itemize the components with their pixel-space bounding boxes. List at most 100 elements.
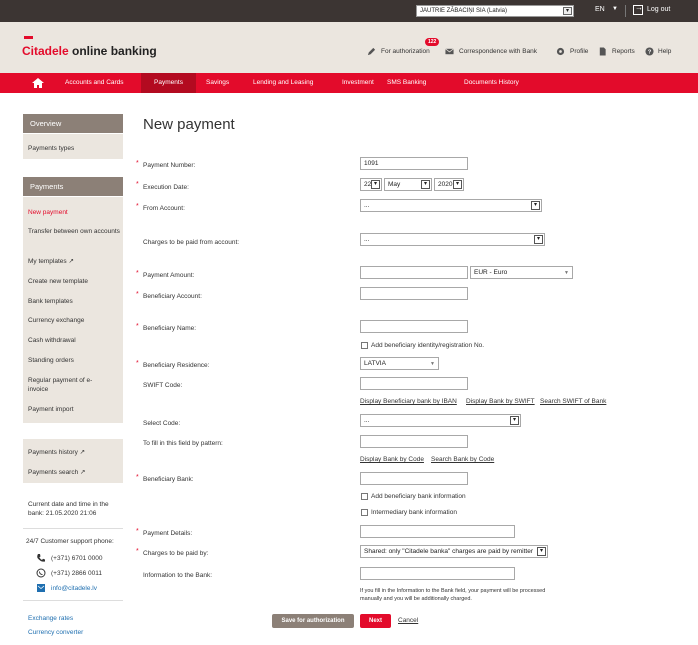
sidebar-item-payments-types[interactable]: Payments types bbox=[28, 144, 120, 153]
charges-paid-by-value: Shared: only "Citadele banka" charges ar… bbox=[364, 548, 534, 555]
payment-details-label: Payment Details: bbox=[143, 530, 193, 537]
sidebar-item-cash-withdrawal[interactable]: Cash withdrawal bbox=[28, 336, 120, 345]
beneficiary-bank-label: Beneficiary Bank: bbox=[143, 476, 194, 483]
cancel-link[interactable]: Cancel bbox=[398, 617, 418, 624]
top-bar bbox=[0, 0, 698, 22]
divider bbox=[23, 600, 123, 601]
logout-icon[interactable] bbox=[633, 3, 643, 15]
required-marker: * bbox=[136, 528, 139, 535]
nav-sms-banking[interactable]: SMS Banking bbox=[377, 73, 436, 93]
sidebar-item-bank-templates[interactable]: Bank templates bbox=[28, 297, 120, 306]
sidebar-item-standing-orders[interactable]: Standing orders bbox=[28, 356, 120, 365]
profile-link[interactable]: Profile bbox=[570, 48, 588, 55]
payment-details-input[interactable] bbox=[360, 525, 515, 538]
payment-amount-input[interactable] bbox=[360, 266, 468, 279]
for-authorization-link[interactable]: For authorization bbox=[381, 48, 430, 55]
email-icon bbox=[37, 584, 45, 592]
add-identity-checkbox[interactable] bbox=[361, 342, 368, 349]
date-month-value: May bbox=[388, 181, 401, 188]
divider bbox=[23, 528, 123, 529]
sidebar-item-payments-history[interactable]: Payments history ↗ bbox=[28, 448, 120, 457]
beneficiary-residence-select[interactable]: LATVIA ▼ bbox=[360, 357, 439, 370]
phone-number-2[interactable]: (+371) 2866 0011 bbox=[51, 570, 102, 577]
phone-number-1[interactable]: (+371) 6701 0000 bbox=[51, 555, 103, 562]
intermediary-bank-checkbox[interactable] bbox=[361, 509, 368, 516]
logo-brand: Citadele bbox=[22, 44, 69, 58]
date-month-select[interactable]: May ▾ bbox=[384, 178, 432, 191]
sidebar-item-transfer-own[interactable]: Transfer between own accounts bbox=[28, 227, 120, 236]
next-button[interactable]: Next bbox=[360, 614, 391, 628]
home-icon[interactable] bbox=[28, 76, 48, 90]
sidebar-item-create-template[interactable]: Create new template bbox=[28, 277, 120, 286]
search-swift-link[interactable]: Search SWIFT of Bank bbox=[540, 398, 606, 405]
gear-icon[interactable] bbox=[556, 47, 565, 56]
charges-account-value: ... bbox=[364, 236, 370, 243]
display-bank-by-code-link[interactable]: Display Bank by Code bbox=[360, 456, 424, 463]
language-selector[interactable]: EN bbox=[595, 6, 605, 13]
swift-code-input[interactable] bbox=[360, 377, 468, 390]
caret-down-icon[interactable]: ▼ bbox=[612, 6, 618, 12]
beneficiary-account-input[interactable] bbox=[360, 287, 468, 300]
charges-account-select[interactable]: ... ▾ bbox=[360, 233, 545, 246]
correspondence-link[interactable]: Correspondence with Bank bbox=[459, 48, 537, 55]
required-marker: * bbox=[136, 323, 139, 330]
select-code-select[interactable]: ... ▾ bbox=[360, 414, 521, 427]
help-icon[interactable]: ? bbox=[645, 47, 654, 56]
nav-lending-and-leasing[interactable]: Lending and Leasing bbox=[243, 73, 323, 93]
sidebar-item-payments-search[interactable]: Payments search ↗ bbox=[28, 468, 120, 477]
info-to-bank-input[interactable] bbox=[360, 567, 515, 580]
email-link[interactable]: info@citadele.lv bbox=[51, 585, 97, 592]
display-bank-by-iban-link[interactable]: Display Beneficiary bank by IBAN bbox=[360, 398, 457, 405]
add-identity-label: Add beneficiary identity/registration No… bbox=[371, 342, 485, 349]
date-day-select[interactable]: 22 ▾ bbox=[360, 178, 382, 191]
document-icon[interactable] bbox=[598, 47, 607, 56]
from-account-select[interactable]: ... ▾ bbox=[360, 199, 542, 212]
sidebar-item-currency-exchange[interactable]: Currency exchange bbox=[28, 316, 120, 325]
chevron-down-icon: ▾ bbox=[510, 416, 519, 425]
reports-link[interactable]: Reports bbox=[612, 48, 635, 55]
chevron-down-icon: ▾ bbox=[421, 180, 430, 189]
currency-select[interactable]: EUR - Euro ▼ bbox=[470, 266, 573, 279]
sidebar-item-my-templates[interactable]: My templates ↗ bbox=[28, 257, 120, 266]
payment-number-input[interactable]: 1091 bbox=[360, 157, 468, 170]
charges-paid-by-select[interactable]: Shared: only "Citadele banka" charges ar… bbox=[360, 545, 548, 558]
company-select[interactable]: JAUTRIE ZĀBACIŅI SIA (Latvia) ▾ bbox=[416, 5, 574, 17]
bank-datetime: Current date and time in the bank: 21.05… bbox=[28, 501, 109, 517]
sidebar-item-regular-payment[interactable]: Regular payment of e-invoice bbox=[28, 376, 103, 394]
beneficiary-name-input[interactable] bbox=[360, 320, 468, 333]
logout-link[interactable]: Log out bbox=[647, 6, 670, 13]
display-bank-by-swift-link[interactable]: Display Bank by SWIFT bbox=[466, 398, 535, 405]
sidebar-item-payment-import[interactable]: Payment import bbox=[28, 405, 120, 414]
currency-converter-link[interactable]: Currency converter bbox=[28, 629, 83, 636]
nav-documents-history[interactable]: Documents History bbox=[454, 73, 529, 93]
save-for-authorization-button[interactable]: Save for authorization bbox=[272, 614, 354, 628]
beneficiary-bank-input[interactable] bbox=[360, 472, 468, 485]
payment-amount-label: Payment Amount: bbox=[143, 272, 195, 279]
charges-paid-by-label: Charges to be paid by: bbox=[143, 550, 209, 557]
required-marker: * bbox=[136, 291, 139, 298]
nav-accounts-and-cards[interactable]: Accounts and Cards bbox=[55, 73, 134, 93]
nav-payments[interactable]: Payments bbox=[141, 73, 196, 93]
whatsapp-icon bbox=[36, 568, 46, 578]
add-bank-info-checkbox[interactable] bbox=[361, 493, 368, 500]
sidebar-item-new-payment[interactable]: New payment bbox=[28, 208, 120, 217]
pattern-input[interactable] bbox=[360, 435, 468, 448]
sidebar-payments-title: Payments bbox=[23, 177, 123, 196]
chevron-down-icon: ▾ bbox=[534, 235, 543, 244]
logo[interactable]: Citadele online banking bbox=[22, 44, 157, 58]
swift-code-label: SWIFT Code: bbox=[143, 382, 183, 389]
help-link[interactable]: Help bbox=[658, 48, 671, 55]
exchange-rates-link[interactable]: Exchange rates bbox=[28, 615, 73, 622]
pen-icon[interactable] bbox=[367, 47, 376, 56]
intermediary-bank-label: Intermediary bank information bbox=[371, 509, 457, 516]
from-account-label: From Account: bbox=[143, 205, 185, 212]
search-bank-by-code-link[interactable]: Search Bank by Code bbox=[431, 456, 494, 463]
chevron-down-icon: ▾ bbox=[453, 180, 462, 189]
required-marker: * bbox=[136, 203, 139, 210]
page-title: New payment bbox=[143, 116, 235, 133]
payment-number-label: Payment Number: bbox=[143, 162, 196, 169]
nav-savings[interactable]: Savings bbox=[196, 73, 239, 93]
charges-account-label: Charges to be paid from account: bbox=[143, 239, 240, 246]
date-year-select[interactable]: 2020 ▾ bbox=[434, 178, 464, 191]
envelope-icon[interactable] bbox=[445, 47, 454, 56]
